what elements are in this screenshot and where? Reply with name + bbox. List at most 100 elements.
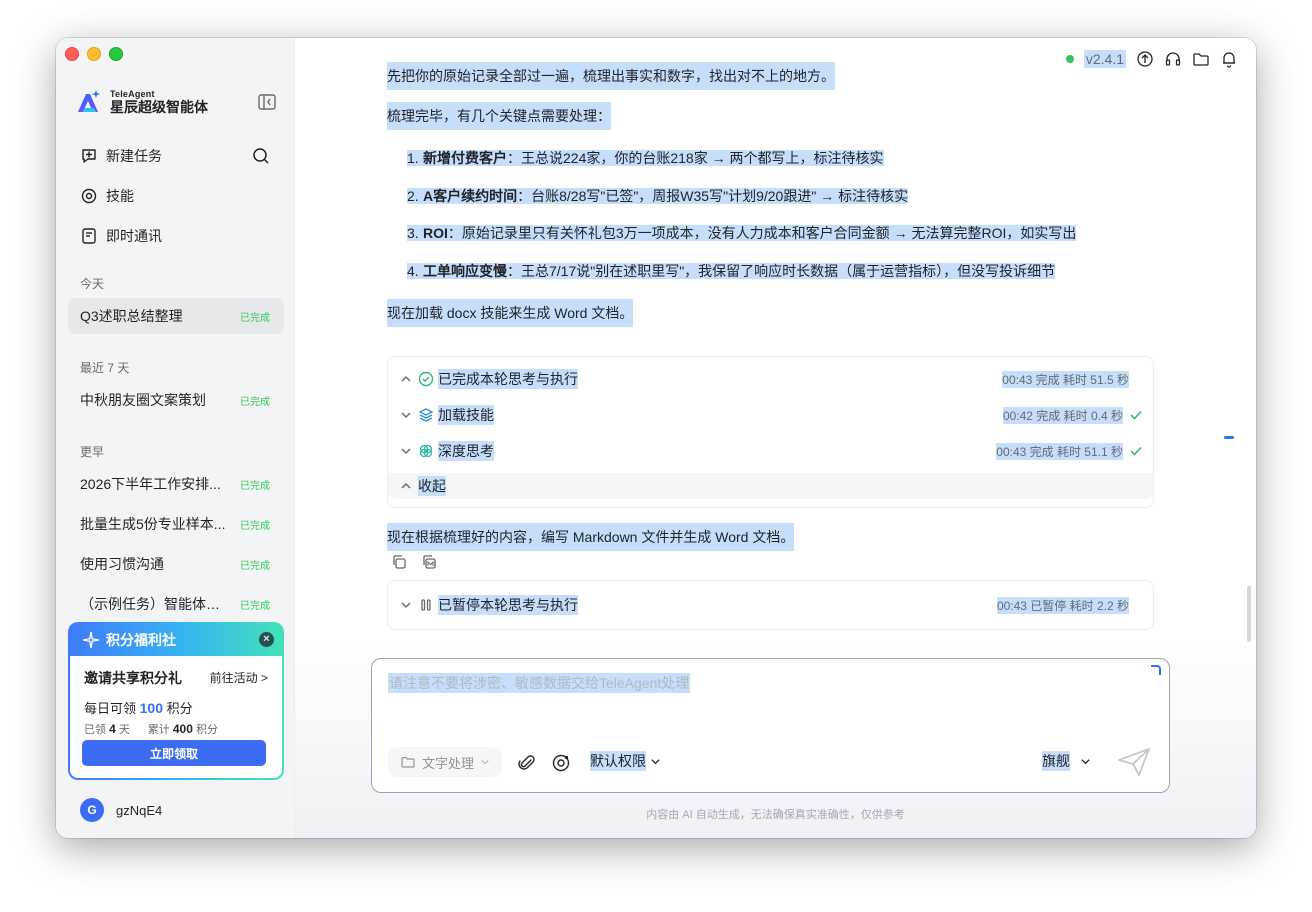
step-load-skills[interactable]: 加载技能 00:42 完成 耗时 0.4 秒 [400, 403, 1143, 427]
chevron-down-icon [1081, 758, 1090, 764]
step-label: 深度思考 [438, 441, 494, 461]
folder-icon [401, 756, 415, 768]
brand-logo-icon [78, 90, 100, 112]
folder-icon[interactable] [1192, 50, 1210, 68]
copy-icon[interactable] [391, 554, 407, 570]
permission-selector[interactable]: 默认权限 [590, 751, 661, 771]
list-item: 1. 新增付费客户：王总说224家，你的台账218家 → 两个都写上，标注待核实 [407, 150, 884, 166]
message-line: 先把你的原始记录全部过一遍，梳理出事实和数字，找出对不上的地方。 [387, 62, 835, 90]
message-line: 梳理完毕，有几个关键点需要处理： [387, 102, 611, 130]
pause-icon [421, 599, 431, 611]
message-composer[interactable]: 请注意不要将涉密、敏感数据交给TeleAgent处理 文字处理 默认权限 旗舰 [371, 658, 1170, 793]
claim-button[interactable]: 立即领取 [82, 740, 266, 766]
chevron-down-icon [651, 758, 660, 764]
step-label: 已暂停本轮思考与执行 [438, 595, 578, 615]
nav-skills[interactable]: 技能 [68, 176, 284, 216]
task-item[interactable]: （示例任务）智能体招... 已完成 [68, 586, 284, 622]
brand: TeleAgent 星辰超级智能体 [74, 88, 208, 116]
collapse-label: 收起 [418, 476, 446, 496]
minimize-window-button[interactable] [87, 47, 101, 61]
paused-steps-card: 已暂停本轮思考与执行 00:43 已暂停 耗时 2.2 秒 [387, 580, 1154, 630]
task-status: 已完成 [240, 396, 270, 408]
task-status: 已完成 [240, 480, 270, 492]
sidebar: TeleAgent 星辰超级智能体 新建任务 技能 即时通讯 今天 Q3述职总结… [56, 38, 295, 838]
list-item: 4. 工单响应变慢：王总7/17说"别在述职里写"，我保留了响应时长数据（属于运营… [407, 263, 1056, 279]
headset-icon[interactable] [1164, 50, 1182, 68]
task-item[interactable]: 2026下半年工作安排... 已完成 [68, 466, 284, 502]
nav-im[interactable]: 即时通讯 [68, 216, 284, 256]
send-icon[interactable] [1117, 747, 1151, 777]
nav-skills-label: 技能 [106, 188, 134, 204]
layers-icon [418, 408, 434, 422]
message-line: 现在加载 docx 技能来生成 Word 文档。 [387, 299, 634, 327]
message-actions [391, 554, 437, 570]
step-time: 00:43 已暂停 耗时 2.2 秒 [996, 596, 1129, 614]
promo-activity-link[interactable]: 前往活动 > [210, 669, 268, 686]
copy-markdown-icon[interactable] [421, 554, 437, 570]
model-selector[interactable]: 旗舰 [1042, 751, 1091, 771]
step-summary[interactable]: 已完成本轮思考与执行 00:43 完成 耗时 51.5 秒 [400, 367, 1143, 391]
user-name: gzNqE4 [116, 802, 163, 818]
section-last7: 最近 7 天 [80, 361, 130, 375]
brain-icon [419, 444, 433, 458]
online-status-dot [1065, 55, 1074, 63]
section-earlier: 更早 [80, 445, 105, 459]
bell-icon[interactable] [1220, 50, 1238, 68]
ai-disclaimer: 内容由 AI 自动生成，无法确保真实准确性，仅供参考 [646, 809, 905, 821]
permission-label: 默认权限 [590, 751, 646, 771]
collapse-steps-button[interactable]: 收起 [388, 473, 1153, 499]
close-window-button[interactable] [65, 47, 79, 61]
task-title: 批量生成5份专业样本... [80, 516, 226, 532]
user-profile[interactable]: G gzNqE4 [80, 798, 162, 822]
check-icon [1130, 446, 1142, 456]
chevron-up-icon [401, 482, 411, 489]
task-title: 使用习惯沟通 [80, 556, 164, 572]
task-status: 已完成 [240, 520, 270, 532]
task-status: 已完成 [240, 560, 270, 572]
chevron-down-icon [401, 412, 411, 419]
search-icon[interactable] [252, 147, 270, 165]
scrollbar[interactable] [1247, 586, 1251, 642]
mode-chip-label: 文字处理 [422, 755, 475, 771]
sidebar-collapse-icon[interactable] [258, 94, 276, 110]
brand-name-en: TeleAgent [110, 88, 155, 99]
task-item[interactable]: Q3述职总结整理 已完成 [68, 298, 284, 334]
nav-im-label: 即时通讯 [106, 228, 162, 244]
app-window: TeleAgent 星辰超级智能体 新建任务 技能 即时通讯 今天 Q3述职总结… [56, 38, 1256, 838]
nav-new-task-label: 新建任务 [106, 148, 162, 164]
task-item[interactable]: 中秋朋友圈文案策划 已完成 [68, 382, 284, 418]
scroll-position-marker [1224, 436, 1234, 439]
brand-name-cn: 星辰超级智能体 [110, 98, 208, 115]
expand-corner-icon[interactable] [1151, 665, 1161, 675]
step-deep-think[interactable]: 深度思考 00:43 完成 耗时 51.1 秒 [400, 439, 1143, 463]
task-status: 已完成 [240, 600, 270, 612]
step-paused[interactable]: 已暂停本轮思考与执行 00:43 已暂停 耗时 2.2 秒 [400, 593, 1143, 617]
task-item[interactable]: 使用习惯沟通 已完成 [68, 546, 284, 582]
skill-picker-icon[interactable] [551, 753, 571, 773]
step-label: 已完成本轮思考与执行 [438, 369, 578, 389]
nav-new-task[interactable]: 新建任务 [68, 136, 284, 176]
task-title: 2026下半年工作安排... [80, 476, 221, 492]
check-circle-icon [418, 371, 434, 387]
zoom-window-button[interactable] [109, 47, 123, 61]
check-icon [1130, 410, 1142, 420]
task-title: Q3述职总结整理 [80, 308, 183, 324]
list-item: 3. ROI：原始记录里只有关怀礼包3万一项成本，没有人力成本和客户合同金额 → … [407, 225, 1077, 241]
chat-icon [82, 228, 96, 244]
task-item[interactable]: 批量生成5份专业样本... 已完成 [68, 506, 284, 542]
step-time: 00:43 完成 耗时 51.5 秒 [1002, 370, 1129, 388]
skills-icon [81, 188, 97, 204]
promo-close-icon[interactable]: × [259, 632, 274, 647]
upload-icon[interactable] [1136, 50, 1154, 68]
sparkle-icon [82, 631, 100, 649]
attachment-icon[interactable] [517, 753, 537, 773]
new-task-icon [82, 149, 96, 163]
task-title: 中秋朋友圈文案策划 [80, 392, 206, 408]
composer-input[interactable]: 请注意不要将涉密、敏感数据交给TeleAgent处理 [388, 673, 691, 693]
mode-chip[interactable]: 文字处理 [388, 747, 503, 777]
task-title: （示例任务）智能体招... [80, 596, 230, 612]
step-label: 加载技能 [438, 405, 494, 425]
chevron-down-icon [481, 759, 489, 765]
points-promo-card: 积分福利社 × 邀请共享积分礼 前往活动 > 每日可领 100 积分 已领 4 … [68, 622, 284, 780]
list-item: 2. A客户续约时间：台账8/28写"已签"，周报W35写"计划9/20跟进" →… [407, 188, 909, 204]
